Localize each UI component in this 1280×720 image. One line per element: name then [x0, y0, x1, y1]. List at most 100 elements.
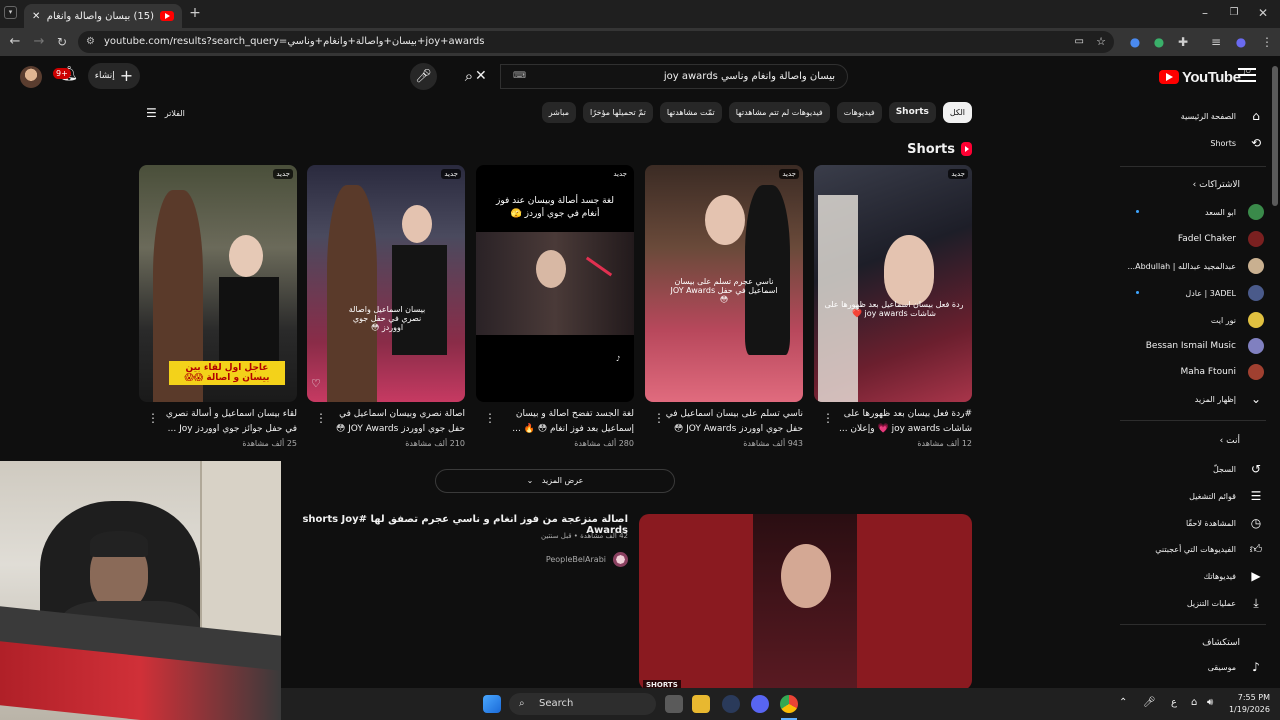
more-options-icon[interactable]: ⋮	[653, 411, 665, 425]
chip-videos[interactable]: فيديوهات	[836, 102, 882, 123]
browser-tab[interactable]: (15) بيسان واصالة وانغام وناسي ✕	[24, 4, 182, 28]
short-card[interactable]: ناسي عجرم تسلم على بيسان اسماعيل في حفل …	[645, 165, 803, 448]
sidebar-item-subscription[interactable]: 3ADEL | عادل	[1116, 280, 1270, 306]
short-title[interactable]: ناسي تسلم على بيسان اسماعيل في حفل جوي ا…	[665, 407, 803, 437]
like-heart-icon[interactable]: ♡	[311, 377, 321, 390]
minimize-icon[interactable]: –	[1196, 5, 1214, 21]
account-avatar[interactable]	[20, 66, 42, 88]
more-options-icon[interactable]: ⋮	[484, 411, 496, 425]
sidebar-item-playlists[interactable]: ☰ قوائم التشغيل	[1116, 483, 1270, 509]
webcam-overlay	[0, 461, 281, 720]
sidebar-item-subscription[interactable]: Maha Ftouni	[1116, 359, 1270, 385]
sidebar-item-shorts[interactable]: ⟲ Shorts	[1116, 130, 1270, 156]
filters-button[interactable]: ☰ الفلاتر	[146, 106, 185, 120]
microphone-icon[interactable]: 🎤︎	[1143, 697, 1156, 708]
short-card[interactable]: بيسان اسماعيل واصالة نصري في حفل جوي اوو…	[307, 165, 465, 448]
sidebar-item-subscription[interactable]: ابو السعد	[1116, 199, 1270, 225]
short-thumbnail[interactable]: ردة فعل بيسان اسماعيل بعد ظهورها على شاش…	[814, 165, 972, 402]
forward-icon[interactable]: →	[30, 34, 48, 50]
short-title[interactable]: #ردة فعل بيسان بعد ظهورها على شاشات joy …	[834, 407, 972, 437]
short-thumbnail[interactable]: ناسي عجرم تسلم على بيسان اسماعيل في حفل …	[645, 165, 803, 402]
file-explorer-icon[interactable]	[692, 695, 710, 713]
tab-close-icon[interactable]: ✕	[32, 11, 40, 22]
keyboard-icon[interactable]: ⌨	[513, 65, 526, 88]
short-card[interactable]: ردة فعل بيسان اسماعيل بعد ظهورها على شاش…	[814, 165, 972, 448]
site-info-icon[interactable]: ⚙	[86, 31, 95, 53]
chip-all[interactable]: الكل	[942, 102, 972, 123]
scrollbar-thumb[interactable]	[1272, 66, 1278, 206]
back-icon[interactable]: ←	[6, 34, 24, 50]
tab-list-icon[interactable]: ▾	[4, 6, 17, 19]
sidebar-divider	[1120, 420, 1266, 421]
sidebar-item-your-videos[interactable]: ▶ فيديوهاتك	[1116, 563, 1270, 589]
chip-shorts[interactable]: Shorts	[888, 102, 936, 123]
short-caption: لغة جسد أصالة وبيسان عند فوز أنغام في جو…	[495, 196, 615, 219]
sidebar-item-subscription[interactable]: Fadel Chaker	[1116, 226, 1270, 252]
channel-link[interactable]: PeopleBelArabi	[450, 551, 628, 567]
sidebar-show-more[interactable]: ⌄ إظهار المزيد	[1116, 386, 1270, 412]
sidebar-item-history[interactable]: ↺ السجلّ	[1116, 456, 1270, 482]
subscriptions-heading[interactable]: الاشتراكات ›	[1193, 180, 1240, 190]
voice-search-icon[interactable]: 🎤︎	[410, 63, 437, 90]
sidebar-item-home[interactable]: ⌂ الصفحة الرئيسية	[1116, 103, 1270, 129]
short-title[interactable]: اصالة نصري وبيسان اسماعيل في حفل جوي اوو…	[327, 407, 465, 437]
more-options-icon[interactable]: ⋮	[147, 411, 159, 425]
sidebar-item-subscription[interactable]: Bessan Ismail Music	[1116, 333, 1270, 359]
sidebar-item-downloads[interactable]: ⤓ عمليات التنزيل	[1116, 590, 1270, 616]
more-options-icon[interactable]: ⋮	[822, 411, 834, 425]
guide-menu-icon[interactable]	[1238, 68, 1256, 84]
reload-icon[interactable]: ↻	[53, 34, 71, 50]
bookmark-icon[interactable]: ☆	[1096, 31, 1106, 53]
chip-unwatched[interactable]: فيديوهات لم تتم مشاهدتها	[728, 102, 830, 123]
sidebar-item-subscription[interactable]: عبدالمجيد عبدالله | Abdullah...	[1116, 253, 1270, 279]
taskbar-clock[interactable]: 7:55 PM 1/19/2026	[1226, 692, 1270, 716]
chip-live[interactable]: مباشر	[541, 102, 576, 123]
sidebar-item-watch-later[interactable]: ◷ المشاهدة لاحقًا	[1116, 510, 1270, 536]
close-window-icon[interactable]: ✕	[1254, 5, 1272, 21]
extension-icon[interactable]: ●	[1126, 34, 1144, 50]
windows-start-icon[interactable]	[483, 695, 501, 713]
chip-watched[interactable]: تمّت مشاهدتها	[659, 102, 722, 123]
channel-avatar	[1248, 258, 1264, 274]
tray-chevron-up-icon[interactable]: ⌃	[1119, 697, 1127, 708]
short-thumbnail[interactable]: لغة جسد أصالة وبيسان عند فوز أنغام في جو…	[476, 165, 634, 402]
steam-icon[interactable]	[722, 695, 740, 713]
channel-name[interactable]: PeopleBelArabi	[546, 555, 606, 564]
maximize-icon[interactable]: ❐	[1225, 5, 1243, 21]
short-title[interactable]: لغة الجسد تفضح اصالة و بيسان إسماعيل بعد…	[496, 407, 634, 437]
video-thumbnail[interactable]: SHORTS	[639, 514, 972, 690]
channel-avatar[interactable]	[613, 551, 628, 567]
volume-icon[interactable]: 🔊︎	[1207, 697, 1213, 708]
discord-icon[interactable]	[751, 695, 769, 713]
you-heading[interactable]: أنت ›	[1220, 436, 1240, 446]
short-card[interactable]: عاجل اول لقاء بين بيسان و اصالة 😱😱 جديد …	[139, 165, 297, 448]
input-language[interactable]: ع	[1171, 697, 1177, 708]
chip-recently-uploaded[interactable]: تمّ تحميلها مؤخرًا	[583, 102, 653, 123]
network-icon[interactable]: ⌂	[1191, 697, 1197, 708]
show-more-button[interactable]: ⌄ عرض المزيد	[435, 469, 675, 493]
short-title[interactable]: لقاء بيسان اسماعيل و أسالة نصري في حفل ج…	[159, 407, 297, 437]
page-scrollbar[interactable]	[1270, 56, 1280, 688]
new-tab-icon[interactable]: +	[186, 5, 204, 21]
profile-icon[interactable]: ●	[1232, 34, 1250, 50]
sidebar-item-liked[interactable]: 👍︎ الفيديوهات التي أعجبتني	[1116, 536, 1270, 562]
more-options-icon[interactable]: ⋮	[315, 411, 327, 425]
chrome-icon[interactable]	[780, 695, 798, 713]
tab-search-icon[interactable]: ≡	[1207, 34, 1225, 50]
short-thumbnail[interactable]: عاجل اول لقاء بين بيسان و اصالة 😱😱 جديد	[139, 165, 297, 402]
taskbar-search[interactable]: ⌕ Search	[509, 693, 656, 715]
thumb-face	[781, 544, 831, 608]
browser-menu-icon[interactable]: ⋮	[1258, 34, 1276, 50]
sidebar-item-subscription[interactable]: نور ايت	[1116, 307, 1270, 333]
address-bar[interactable]: ⚙ youtube.com/results?search_query=بيسان…	[78, 31, 1114, 53]
cast-icon[interactable]: ▭	[1075, 31, 1084, 53]
clear-search-icon[interactable]: ✕	[475, 65, 487, 88]
sidebar-item-music[interactable]: ♪ موسيقى	[1116, 654, 1270, 680]
extension-2-icon[interactable]: ●	[1150, 34, 1168, 50]
task-view-icon[interactable]	[665, 695, 683, 713]
short-thumbnail[interactable]: بيسان اسماعيل واصالة نصري في حفل جوي اوو…	[307, 165, 465, 402]
extensions-puzzle-icon[interactable]: ✚	[1174, 34, 1192, 50]
short-card[interactable]: لغة جسد أصالة وبيسان عند فوز أنغام في جو…	[476, 165, 634, 448]
search-input[interactable]: بيسان واصالة وانغام وناسي joy awards ⌨ ✕	[475, 64, 848, 89]
create-button[interactable]: إنشاء +	[88, 63, 140, 89]
